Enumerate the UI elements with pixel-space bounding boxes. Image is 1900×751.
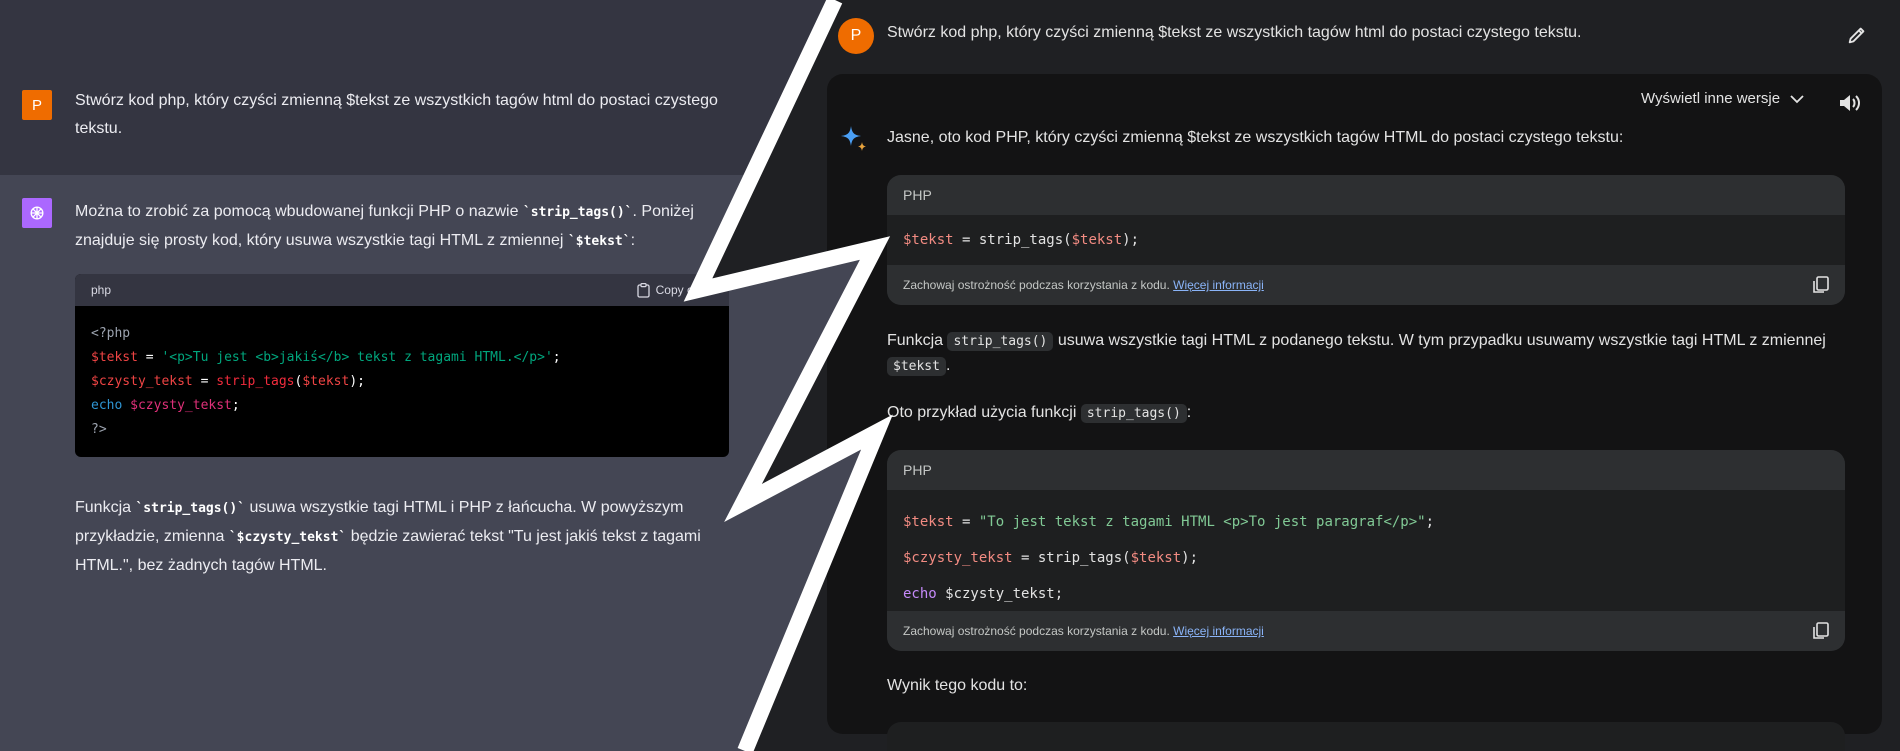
inline-code: $tekst [887,357,946,376]
code-token: $czysty_tekst [122,398,232,413]
result-label: Wynik tego kodu to: [887,677,1028,694]
code-language: php [91,283,112,297]
code-line: echo $czysty_tekst; [91,394,713,418]
code-block: PHP $tekst = "To jest tekst z tagami HTM… [887,450,1845,651]
code-language: PHP [903,187,932,203]
text-span: Można to zrobić za pomocą wbudowanej fun… [75,203,523,220]
inline-code: strip_tags() [1080,404,1187,423]
code-line: ?> [91,418,713,442]
code-token: ); [349,374,365,389]
code-line: <?php [91,322,713,346]
code-token: $czysty_tekst [903,550,1013,566]
code-block-footer: Zachowaj ostrożność podczas korzystania … [887,265,1845,305]
code-block-header: php Copy code [75,274,729,306]
code-block-partial [887,722,1845,751]
code-line: $tekst = '<p>Tu jest <b>jakiś</b> tekst … [91,346,713,370]
code-token: $tekst [302,374,350,389]
code-block: PHP $tekst = strip_tags($tekst); Zachowa… [887,175,1845,305]
speaker-icon[interactable] [1838,92,1862,114]
code-token: $czysty_tekst [91,374,193,389]
code-token: '<p>Tu jest <b>jakiś</b> tekst z tagami … [161,350,553,365]
code-block: php Copy code <?php $tekst = '<p>Tu jest … [75,274,729,457]
chevron-down-icon [1790,94,1804,103]
code-token: $tekst [903,514,954,530]
code-token: ; [231,398,240,413]
code-line: echo $czysty_tekst; [903,576,1829,612]
copy-icon[interactable] [1813,276,1829,294]
inline-code: `$tekst` [567,234,631,249]
code-token: ; [552,350,561,365]
code-token: <?php [91,326,131,341]
clipboard-icon [636,282,650,298]
code-block-header: PHP [887,450,1845,490]
code-token: echo [91,398,123,413]
gemini-sparkle-icon [841,126,866,151]
code-token: ; [1425,514,1435,530]
code-token: echo [903,586,937,602]
assistant-paragraph-1: Można to zrobić za pomocą wbudowanej fun… [75,198,735,256]
code-token: strip_tags [216,374,295,389]
chatgpt-logo-icon [22,198,52,228]
code-token: ?> [91,422,107,437]
show-drafts-button[interactable]: Wyświetl inne wersje [1641,90,1804,107]
text-span: : [1186,404,1192,421]
caution-label: Zachowaj ostrożność podczas korzystania … [903,278,1170,292]
inline-code: `strip_tags()` [135,501,246,516]
code-line: $czysty_tekst = strip_tags($tekst); [903,540,1829,576]
response-intro: Jasne, oto kod PHP, który czyści zmienną… [887,129,1624,146]
user-avatar: P [838,18,874,54]
caution-text: Zachowaj ostrożność podczas korzystania … [903,278,1264,292]
user-message-text: Stwórz kod php, który czyści zmienną $te… [75,92,718,137]
more-info-link[interactable]: Więcej informacji [1173,624,1264,638]
inline-code: `$czysty_tekst` [228,530,347,545]
show-drafts-label: Wyświetl inne wersje [1641,90,1781,107]
code-block-footer: Zachowaj ostrożność podczas korzystania … [887,611,1845,651]
code-token: = [953,514,979,530]
caution-label: Zachowaj ostrożność podczas korzystania … [903,624,1170,638]
code-token: $tekst [1130,550,1182,566]
text-span: : [630,232,636,249]
code-token: = [137,350,162,365]
code-token: = [192,374,217,389]
copy-icon[interactable] [1813,622,1829,640]
code-line: $czysty_tekst = strip_tags($tekst); [91,370,713,394]
more-info-link[interactable]: Więcej informacji [1173,278,1264,292]
code-token: ); [1122,232,1140,248]
code-language: PHP [903,462,932,478]
code-token: $tekst [903,232,954,248]
text-span: usuwa wszystkie tagi HTML z podanego tek… [1053,332,1826,349]
text-span: Oto przykład użycia funkcji [887,404,1081,421]
user-prompt-text: Stwórz kod php, który czyści zmienną $te… [887,24,1582,41]
code-token: ; [1054,586,1064,602]
text-span: Funkcja [887,332,948,349]
code-token: "To jest tekst z tagami HTML <p>To jest … [978,514,1426,530]
code-content: <?php $tekst = '<p>Tu jest <b>jakiś</b> t… [75,306,729,457]
response-paragraph-2: Funkcja strip_tags() usuwa wszystkie tag… [887,329,1847,379]
code-token: $tekst [91,350,138,365]
inline-code: `strip_tags()` [522,205,633,220]
text-span: . [945,357,951,374]
code-content: $tekst = strip_tags($tekst); [887,215,1845,265]
code-line: $tekst = "To jest tekst z tagami HTML <p… [903,504,1829,540]
caution-text: Zachowaj ostrożność podczas korzystania … [903,624,1264,638]
response-paragraph-3: Oto przykład użycia funkcji strip_tags()… [887,401,1191,426]
user-avatar: P [22,90,52,120]
code-token: = strip_tags( [1012,550,1131,566]
code-token: $czysty_tekst [936,586,1055,602]
pencil-icon[interactable] [1846,24,1868,46]
inline-code: strip_tags() [947,332,1054,351]
assistant-paragraph-2: Funkcja `strip_tags()` usuwa wszystkie t… [75,494,735,580]
code-line: $tekst = strip_tags($tekst); [903,229,1829,251]
text-span: Funkcja [75,499,136,516]
code-token: = strip_tags( [953,232,1072,248]
code-token: ); [1181,550,1199,566]
code-block-header: PHP [887,175,1845,215]
code-token: $tekst [1071,232,1123,248]
code-content: $tekst = "To jest tekst z tagami HTML <p… [887,490,1845,611]
